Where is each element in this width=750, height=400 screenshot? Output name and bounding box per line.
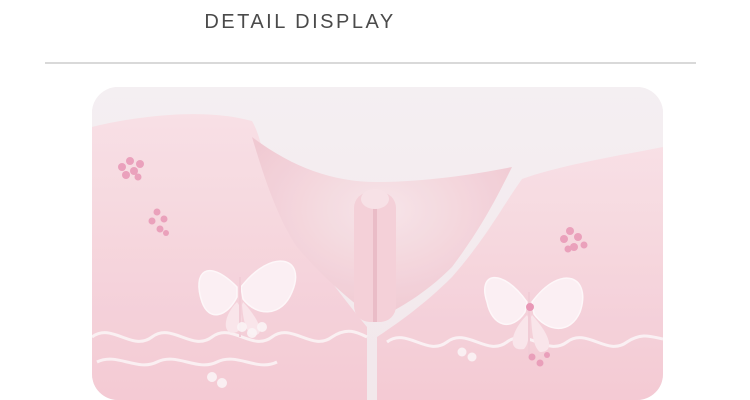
- section-divider: [45, 62, 696, 64]
- section-title: DETAIL DISPLAY: [204, 11, 396, 33]
- product-detail-photo: [92, 87, 663, 400]
- detail-display-page: DETAIL DISPLAY: [0, 0, 750, 400]
- lace-collar-illustration: [92, 87, 663, 400]
- photo-highlight: [92, 87, 663, 400]
